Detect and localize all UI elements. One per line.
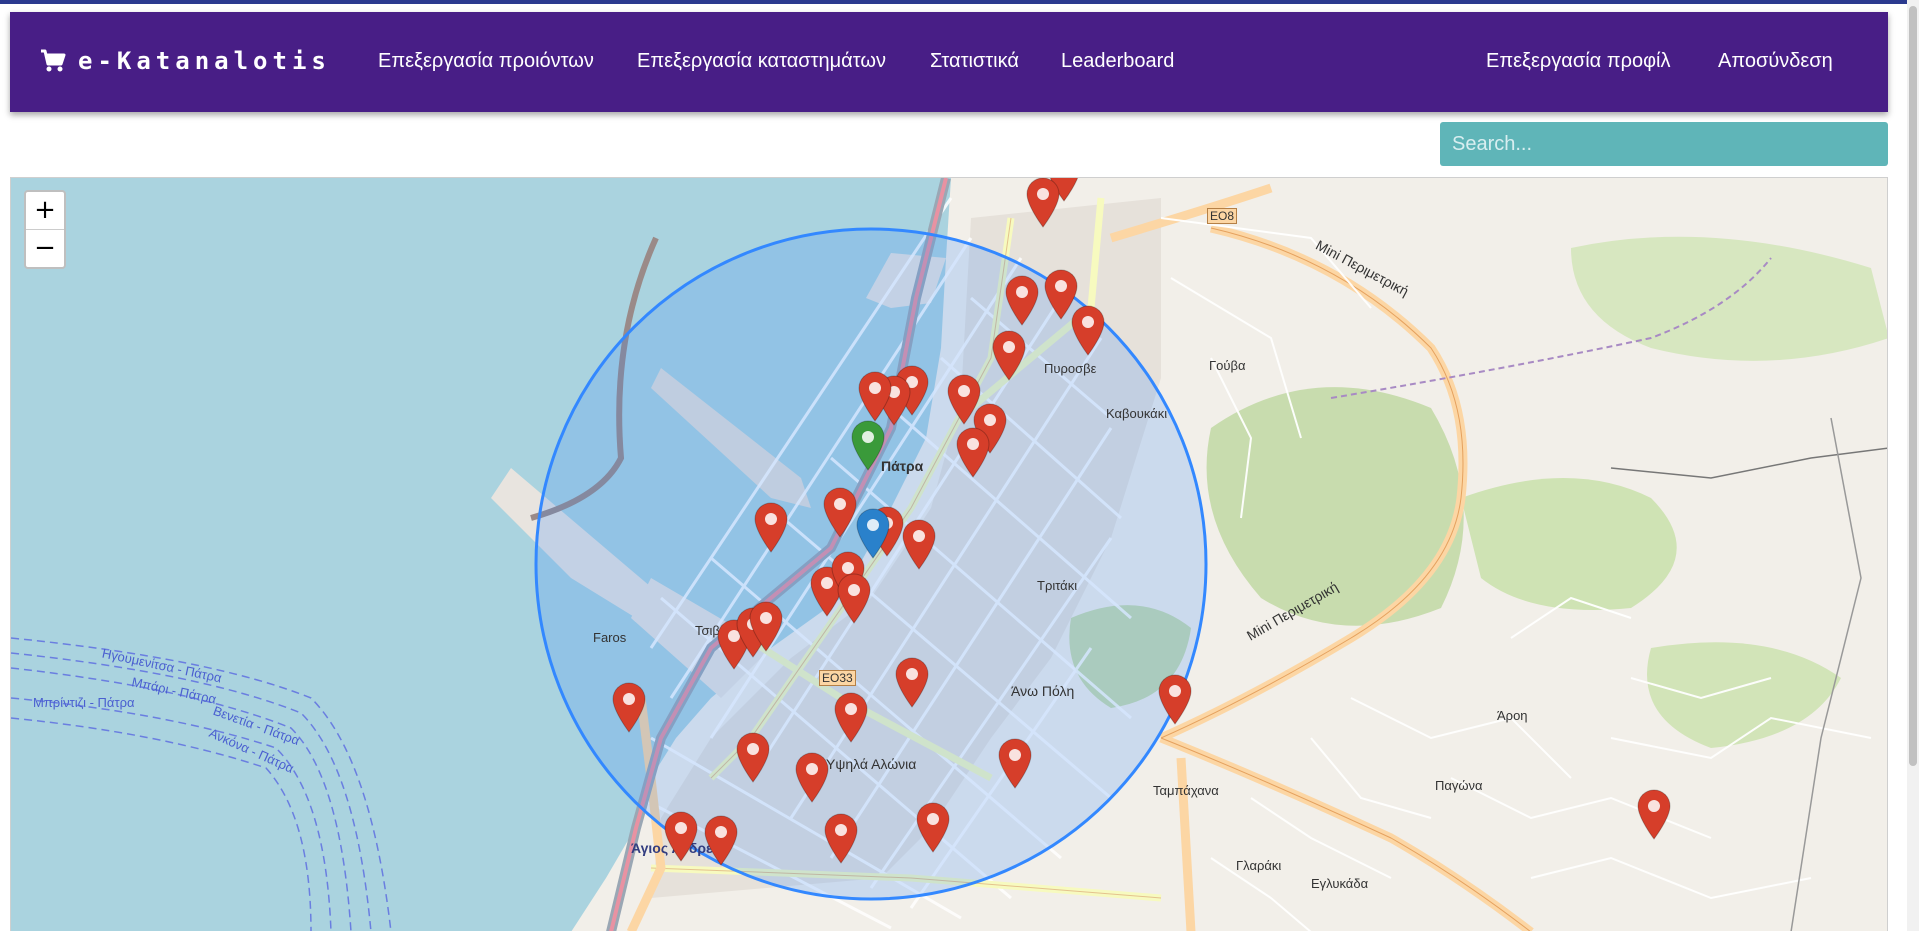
store-marker-icon[interactable] [794,751,830,803]
cart-icon [41,49,66,72]
store-marker-icon[interactable] [1004,274,1040,326]
store-marker-icon[interactable] [753,501,789,553]
label-tritaki: Τριτάκι [1037,578,1078,593]
scrollbar-thumb[interactable] [1909,6,1917,766]
store-marker-icon[interactable] [894,656,930,708]
label-glaraki: Γλαράκι [1236,858,1282,873]
selected-store-marker-icon[interactable] [850,419,886,471]
store-marker-icon[interactable] [857,370,893,422]
store-marker-icon[interactable] [663,810,699,862]
store-marker-icon[interactable] [955,426,991,478]
store-marker-icon[interactable] [1025,178,1061,228]
label-gouva: Γούβα [1209,358,1246,373]
label-ano-poli: Άνω Πόλη [1011,683,1075,699]
nav-statistics[interactable]: Στατιστικά [930,50,1019,73]
label-e08: ΕΟ8 [1207,208,1238,224]
store-marker-icon[interactable] [836,572,872,624]
label-ferry-3: Μπρίντιζι - Πάτρα [33,695,135,710]
nav-edit-profile[interactable]: Επεξεργασία προφίλ [1486,50,1670,73]
label-kavoukaki: Καβουκάκι [1106,406,1168,421]
label-pyrosvestio: Πυροσβε [1044,361,1097,376]
store-marker-icon[interactable] [833,691,869,743]
label-aroi: Άροη [1497,708,1528,723]
store-marker-icon[interactable] [703,814,739,866]
label-ypsila-alonia: Υψηλά Αλώνια [826,756,917,772]
nav-edit-stores[interactable]: Επεξεργασία καταστημάτων [637,50,886,73]
zoom-in-button[interactable]: + [26,192,64,229]
zoom-out-button[interactable]: − [26,229,64,267]
label-e033: ΕΟ33 [819,670,856,686]
store-marker-icon[interactable] [822,486,858,538]
user-location-marker-icon[interactable] [855,507,891,559]
label-pagona: Παγώνα [1435,778,1483,793]
zoom-control: + − [24,190,66,269]
store-marker-icon[interactable] [1157,673,1193,725]
nav-edit-products[interactable]: Επεξεργασία προιόντων [378,50,594,73]
brand[interactable]: e-Katanalotis [40,47,331,75]
store-marker-icon[interactable] [1636,788,1672,840]
store-marker-icon[interactable] [915,801,951,853]
store-marker-icon[interactable] [611,681,647,733]
search-input[interactable] [1440,122,1888,166]
navbar: e-Katanalotis Επεξεργασία προιόντων Επεξ… [10,12,1888,112]
label-patra: Πάτρα [881,458,924,474]
store-marker-icon[interactable] [748,600,784,652]
nav-logout[interactable]: Αποσύνδεση [1718,50,1833,73]
top-border [0,0,1919,4]
brand-name: e-Katanalotis [78,47,331,75]
store-marker-icon[interactable] [735,731,771,783]
store-marker-icon[interactable] [823,812,859,864]
label-eglykada: Εγλυκάδα [1311,876,1369,891]
store-marker-icon[interactable] [991,329,1027,381]
nav-leaderboard[interactable]: Leaderboard [1061,50,1174,73]
map[interactable]: + − Πάτρα Άγιος Ανδρέας Υψηλά Αλώνια Άνω… [10,177,1888,931]
label-tampachana: Ταμπάχανα [1153,783,1219,798]
store-marker-icon[interactable] [1070,304,1106,356]
label-faros: Faros [593,630,627,645]
store-marker-icon[interactable] [901,518,937,570]
page-scrollbar[interactable] [1907,0,1919,931]
store-marker-icon[interactable] [997,737,1033,789]
